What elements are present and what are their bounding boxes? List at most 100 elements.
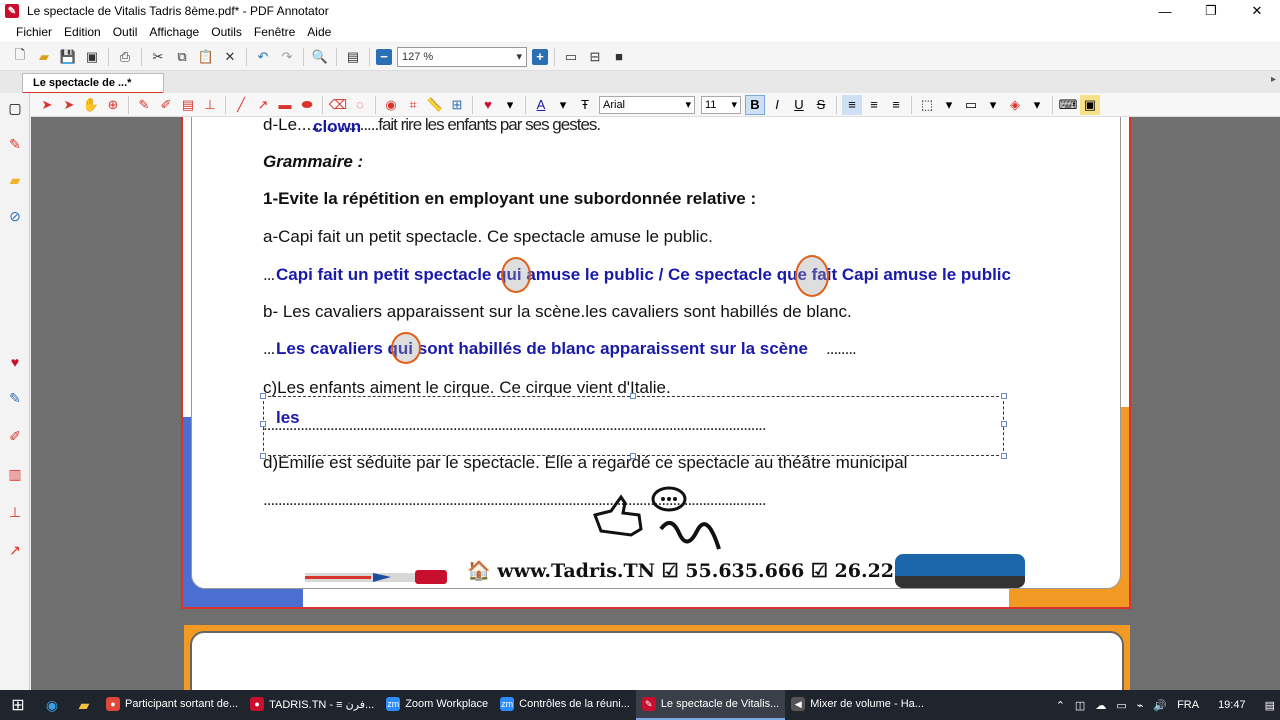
chevron-down-icon[interactable]: ▾: [500, 95, 520, 115]
clock[interactable]: 19:47: [1218, 699, 1246, 711]
resize-handle[interactable]: [630, 393, 636, 399]
resize-handle[interactable]: [1001, 393, 1007, 399]
text-color-icon[interactable]: A: [531, 95, 551, 115]
screen-capture-icon[interactable]: ▣: [1080, 94, 1100, 115]
copy-icon[interactable]: ⧉: [172, 47, 192, 67]
zoom-tool-icon[interactable]: ⊕: [103, 95, 123, 115]
zoom-in-button[interactable]: +: [532, 48, 548, 65]
zoom-select[interactable]: 127 % ▾: [397, 46, 527, 67]
italic-button[interactable]: I: [767, 95, 787, 115]
font-family-select[interactable]: Arial ▾: [599, 95, 695, 114]
menu-fichier[interactable]: Fichier: [16, 25, 52, 39]
windows-start-icon[interactable]: ⊞: [0, 690, 36, 720]
close-button[interactable]: ✕: [1234, 0, 1280, 22]
paste-icon[interactable]: 📋: [196, 47, 216, 67]
line-icon[interactable]: ╱: [231, 95, 251, 115]
answer-c-input[interactable]: les: [276, 408, 300, 428]
fit-width-icon[interactable]: ⊟: [585, 47, 605, 67]
cloud-icon[interactable]: ☁: [1095, 699, 1106, 712]
highlighter-icon[interactable]: ✐: [156, 95, 176, 115]
ellipse-icon[interactable]: ⬬: [297, 95, 317, 115]
crop-icon[interactable]: ⌗: [403, 95, 423, 115]
fill-color-icon[interactable]: ◈: [1005, 95, 1025, 115]
full-screen-icon[interactable]: ■: [609, 47, 629, 67]
rectangle-icon[interactable]: ▬: [275, 95, 295, 115]
menu-affichage[interactable]: Affichage: [149, 25, 199, 39]
answer-a[interactable]: Capi fait un petit spectacle qui amuse l…: [276, 265, 1011, 285]
document-canvas[interactable]: d-Le.....................fait rire les e…: [31, 117, 1280, 690]
chevron-down-icon[interactable]: ▾: [983, 95, 1003, 115]
redo-icon[interactable]: ↷: [277, 47, 297, 67]
attachment-icon[interactable]: ⊘: [6, 207, 24, 225]
eraser-icon[interactable]: ⌫: [328, 95, 348, 115]
circle-qui-a[interactable]: [501, 257, 531, 293]
ruler-icon[interactable]: 📏: [425, 95, 445, 115]
image-icon[interactable]: ⊞: [447, 95, 467, 115]
battery-icon[interactable]: ▭: [1116, 699, 1126, 712]
strikethrough-button[interactable]: S: [811, 95, 831, 115]
minimize-button[interactable]: —: [1142, 0, 1188, 22]
menu-aide[interactable]: Aide: [307, 25, 331, 39]
align-center-icon[interactable]: ≡: [864, 95, 884, 115]
delete-icon[interactable]: ✕: [220, 47, 240, 67]
taskbar-app-zoom[interactable]: zm Zoom Workplace: [380, 690, 494, 720]
language-indicator[interactable]: FRA: [1177, 699, 1199, 711]
pen-icon[interactable]: ✎: [6, 135, 24, 153]
favorites-heart-icon[interactable]: ♥: [478, 95, 498, 115]
circle-qui-b[interactable]: [391, 332, 421, 364]
menu-fenetre[interactable]: Fenêtre: [254, 25, 295, 39]
circle-que-a[interactable]: [795, 255, 829, 297]
favorite-heart-icon[interactable]: ♥: [6, 353, 24, 371]
select-text-icon[interactable]: ➤: [59, 95, 79, 115]
zoom-out-button[interactable]: −: [376, 48, 392, 65]
taskbar-app-pdf-annotator[interactable]: ✎ Le spectacle de Vitalis...: [635, 690, 786, 720]
notifications-icon[interactable]: ▤: [1265, 699, 1275, 712]
stamp-icon[interactable]: ⊥: [6, 503, 24, 521]
hand-icon[interactable]: ✋: [81, 95, 101, 115]
pencil-icon[interactable]: ✎: [6, 389, 24, 407]
new-document-icon[interactable]: 🗋: [10, 47, 30, 67]
menu-edition[interactable]: Edition: [64, 25, 101, 39]
select-arrow-icon[interactable]: ➤: [37, 95, 57, 115]
chevron-up-icon[interactable]: ⌃: [1056, 699, 1065, 712]
note-icon[interactable]: ▰: [6, 171, 24, 189]
bold-button[interactable]: B: [745, 94, 765, 115]
text-box-icon[interactable]: ▤: [178, 95, 198, 115]
taskbar-app-participant[interactable]: ● Participant sortant de...: [100, 690, 244, 720]
volume-icon[interactable]: 🔊: [1153, 699, 1167, 712]
lasso-icon[interactable]: ◌: [350, 95, 370, 115]
chevron-down-icon[interactable]: ▾: [1027, 95, 1047, 115]
menu-outil[interactable]: Outil: [113, 25, 138, 39]
arrow-tool-icon[interactable]: ↗: [253, 95, 273, 115]
taskbar-app-volume-mixer[interactable]: ◀ Mixer de volume - Ha...: [785, 690, 930, 720]
maximize-button[interactable]: ❐: [1188, 0, 1234, 22]
arrow-icon[interactable]: ↗: [6, 541, 24, 559]
resize-handle[interactable]: [260, 393, 266, 399]
edge-browser-icon[interactable]: ◉: [36, 690, 68, 720]
open-folder-icon[interactable]: ▰: [34, 47, 54, 67]
chevron-down-icon[interactable]: ▾: [939, 95, 959, 115]
border-style-icon[interactable]: ⬚: [917, 95, 937, 115]
taskbar-app-tadris[interactable]: ● TADRIS.TN - ≡ فرن...: [244, 690, 380, 720]
menu-outils[interactable]: Outils: [211, 25, 242, 39]
page-view-icon[interactable]: ▢: [6, 99, 24, 117]
pen-tool-icon[interactable]: ✎: [134, 95, 154, 115]
chart-stamp-icon[interactable]: ▥: [6, 465, 24, 483]
line-style-icon[interactable]: ▭: [961, 95, 981, 115]
taskbar-app-zoom-controls[interactable]: zm Contrôles de la réuni...: [494, 690, 636, 720]
answer-clown[interactable]: clown: [313, 117, 361, 137]
fit-page-icon[interactable]: ▭: [561, 47, 581, 67]
resize-handle[interactable]: [1001, 453, 1007, 459]
tab-document[interactable]: Le spectacle de ...*: [22, 73, 164, 94]
camera-icon[interactable]: ◉: [381, 95, 401, 115]
scroll-right-icon[interactable]: ▸: [1271, 74, 1276, 85]
align-right-icon[interactable]: ≡: [886, 95, 906, 115]
network-icon[interactable]: ⌁: [1137, 699, 1144, 712]
camera-tray-icon[interactable]: ◫: [1075, 699, 1085, 712]
marker-icon[interactable]: ✐: [6, 427, 24, 445]
answer-b[interactable]: Les cavaliers qui sont habillés de blanc…: [276, 339, 808, 359]
save-icon[interactable]: 💾: [58, 47, 78, 67]
file-explorer-icon[interactable]: ▰: [68, 690, 100, 720]
stamp-tool-icon[interactable]: ⊥: [200, 95, 220, 115]
print-icon[interactable]: ⎙: [115, 47, 135, 67]
